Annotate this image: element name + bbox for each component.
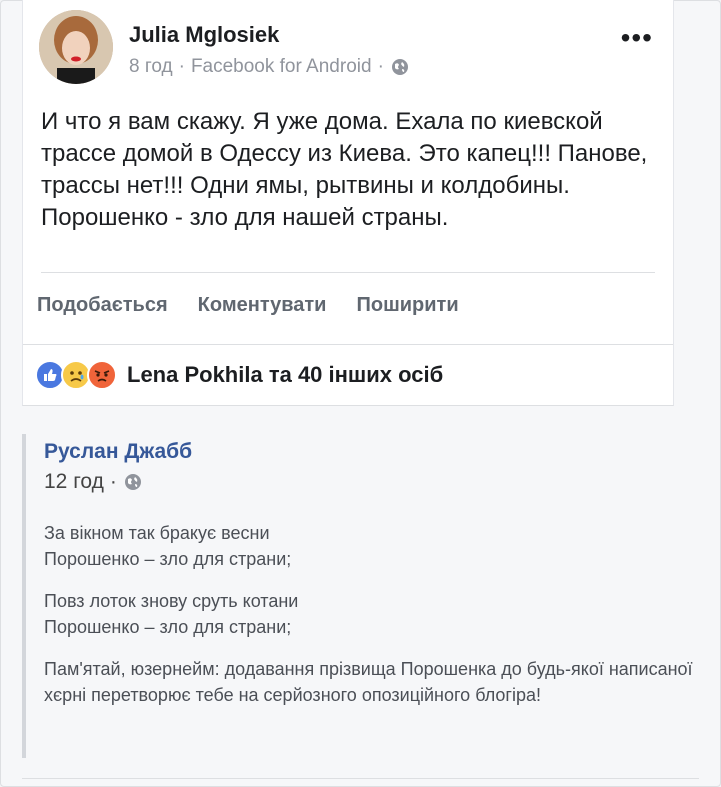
meta-separator: ·: [377, 56, 384, 77]
avatar[interactable]: [39, 10, 113, 84]
quote-bar: [22, 434, 26, 758]
post-source: Facebook for Android: [190, 56, 372, 77]
stanza: Пам'ятай, юзернейм: додавання прізвища П…: [44, 659, 693, 705]
reactions-text[interactable]: Lena Pokhila та 40 інших осіб: [127, 362, 443, 388]
quoted-text: За вікном так бракує весни Порошенко – з…: [44, 520, 704, 724]
quoted-time[interactable]: 12 год: [44, 470, 104, 494]
stanza-line: Порошенко – зло для страни;: [44, 549, 292, 569]
post-author[interactable]: Julia Mglosiek: [129, 22, 279, 48]
quoted-author[interactable]: Руслан Джабб: [44, 440, 192, 464]
post-text: И что я вам скажу. Я уже дома. Ехала по …: [41, 108, 648, 231]
divider: [41, 272, 655, 273]
stanza: За вікном так бракує весни Порошенко – з…: [44, 520, 704, 572]
post-card: Julia Mglosiek 8 год · Facebook for Andr…: [22, 0, 674, 406]
quoted-meta: 12 год ·: [44, 470, 143, 494]
stanza-line: Повз лоток знову сруть котани: [44, 591, 299, 611]
post-actions: Подобається Коментувати Поширити: [37, 294, 459, 317]
post-meta: 8 год · Facebook for Android ·: [129, 56, 410, 78]
comment-button[interactable]: Коментувати: [198, 294, 327, 317]
like-button[interactable]: Подобається: [37, 294, 168, 317]
reactions-summary[interactable]: Lena Pokhila та 40 інших осіб: [35, 360, 443, 390]
meta-separator: ·: [109, 470, 117, 493]
meta-separator: ·: [178, 56, 185, 77]
globe-icon: [391, 59, 408, 75]
share-button[interactable]: Поширити: [356, 294, 458, 317]
divider: [22, 778, 699, 779]
stanza: Повз лоток знову сруть котани Порошенко …: [44, 588, 704, 640]
angry-icon: [87, 360, 117, 390]
stanza-line: Порошенко – зло для страни;: [44, 617, 292, 637]
more-options-icon[interactable]: •••: [621, 24, 653, 52]
stanza-line: За вікном так бракує весни: [44, 523, 270, 543]
divider: [23, 344, 673, 345]
globe-icon: [124, 474, 141, 490]
reaction-icons: [35, 360, 117, 390]
post-time[interactable]: 8 год: [129, 56, 173, 78]
